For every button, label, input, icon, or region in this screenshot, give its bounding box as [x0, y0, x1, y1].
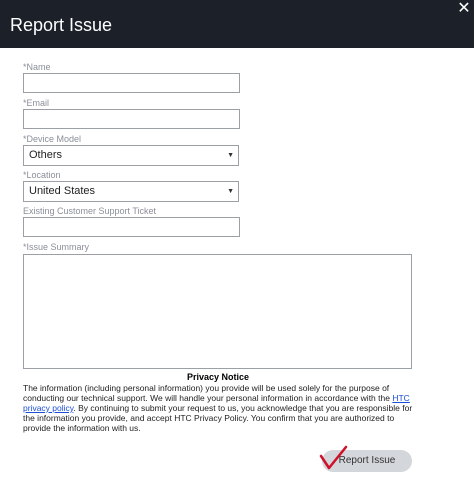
- location-select[interactable]: United States ▼: [23, 181, 239, 202]
- privacy-text-after: . By continuing to submit your request t…: [23, 403, 413, 433]
- privacy-text-before: The information (including personal info…: [23, 383, 393, 403]
- chevron-down-icon: ▼: [227, 152, 234, 159]
- privacy-notice-text: The information (including personal info…: [23, 383, 415, 433]
- name-label: *Name: [23, 62, 51, 72]
- close-icon[interactable]: ✕: [456, 1, 472, 17]
- email-label: *Email: [23, 98, 50, 108]
- location-value: United States: [29, 185, 96, 197]
- device-model-value: Others: [29, 149, 63, 161]
- checkmark-icon: [319, 445, 348, 470]
- chevron-down-icon: ▼: [227, 188, 234, 195]
- issue-summary-field[interactable]: [23, 254, 412, 369]
- email-field[interactable]: [23, 109, 240, 129]
- device-model-label: *Device Model: [23, 134, 82, 144]
- location-label: *Location: [23, 170, 61, 180]
- ticket-label: Existing Customer Support Ticket: [23, 206, 157, 216]
- issue-summary-label: *Issue Summary: [23, 242, 90, 252]
- dialog-header: Report Issue ✕: [0, 0, 474, 48]
- ticket-field[interactable]: [23, 217, 240, 237]
- dialog-title: Report Issue: [10, 15, 113, 35]
- device-model-select[interactable]: Others ▼: [23, 145, 239, 166]
- name-field[interactable]: [23, 73, 240, 93]
- privacy-notice-title: Privacy Notice: [186, 372, 250, 382]
